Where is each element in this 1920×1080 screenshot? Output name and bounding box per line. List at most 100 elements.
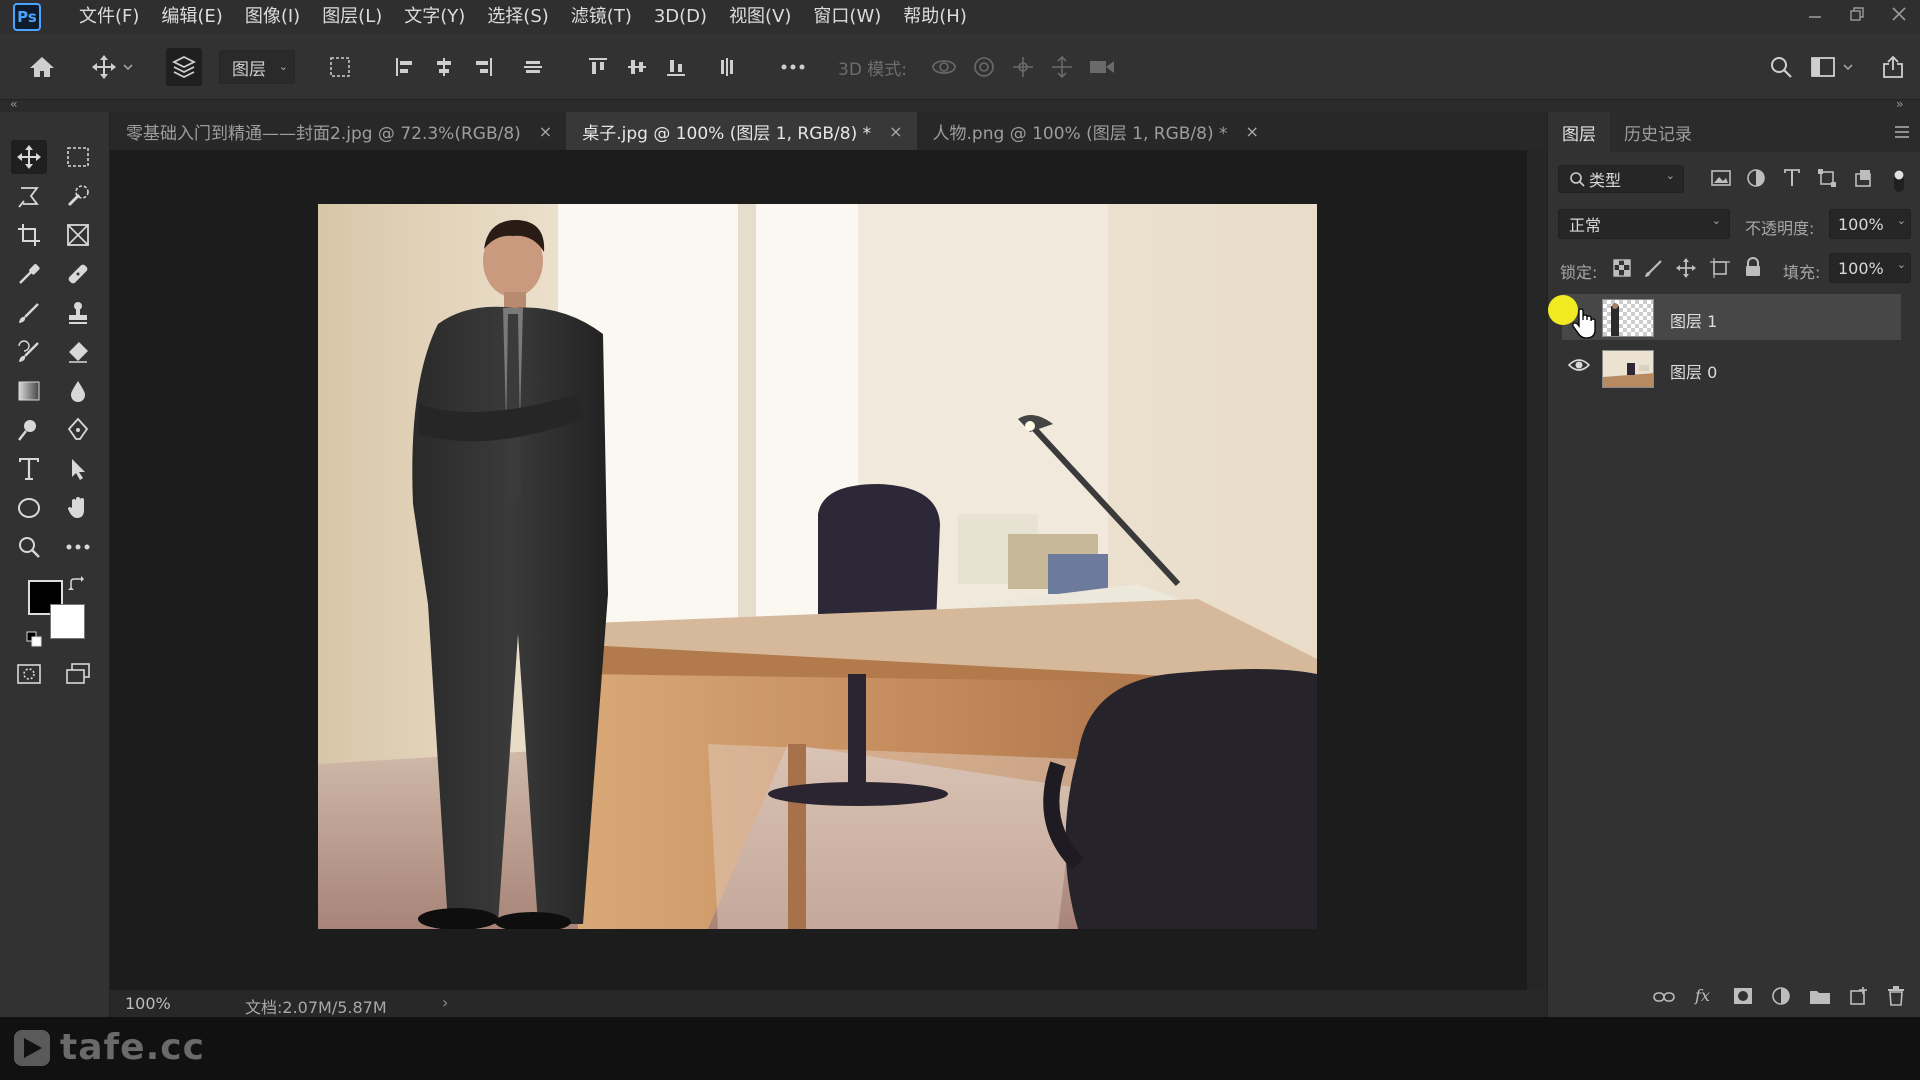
layer-style-fx-icon[interactable]: fx <box>1693 986 1715 1011</box>
lock-artboard-icon[interactable] <box>1709 258 1731 283</box>
vertical-scrollbar[interactable] <box>1527 150 1547 990</box>
pen-tool-icon[interactable] <box>60 413 96 447</box>
3d-camera-icon[interactable] <box>1085 48 1119 86</box>
tab-desk-jpg[interactable]: 桌子.jpg @ 100% (图层 1, RGB/8) * × <box>566 112 917 150</box>
menu-image[interactable]: 图像(I) <box>234 0 311 34</box>
link-layers-icon[interactable] <box>1653 989 1675 1009</box>
filter-smart-object-icon[interactable] <box>1853 168 1873 193</box>
align-top-icon[interactable] <box>583 48 613 86</box>
menu-view[interactable]: 视图(V) <box>718 0 802 34</box>
more-options-icon[interactable] <box>776 48 810 86</box>
fill-field[interactable]: 100% ⌄ <box>1829 253 1911 283</box>
group-folder-icon[interactable] <box>1809 987 1831 1010</box>
delete-layer-icon[interactable] <box>1887 986 1905 1011</box>
layer-row-layer-0[interactable]: 图层 0 <box>1562 345 1901 391</box>
layer-name[interactable]: 图层 0 <box>1670 359 1717 383</box>
dodge-tool-icon[interactable] <box>11 413 47 447</box>
screen-mode-icon[interactable] <box>60 657 96 691</box>
layer-name[interactable]: 图层 1 <box>1670 308 1717 332</box>
share-icon[interactable] <box>1876 48 1910 86</box>
3d-pan-icon[interactable] <box>1007 48 1039 86</box>
align-center-h-icon[interactable] <box>429 48 459 86</box>
menu-help[interactable]: 帮助(H) <box>892 0 978 34</box>
menu-select[interactable]: 选择(S) <box>476 0 559 34</box>
auto-select-target-dropdown[interactable]: 图层 ⌄ <box>219 50 295 84</box>
filter-pixel-icon[interactable] <box>1710 168 1732 193</box>
quick-select-tool-icon[interactable] <box>60 179 96 213</box>
lock-pixels-icon[interactable] <box>1644 258 1664 283</box>
menu-file[interactable]: 文件(F) <box>68 0 150 34</box>
crop-tool-icon[interactable] <box>11 218 47 252</box>
collapse-right-icon[interactable]: ›› <box>1896 97 1903 111</box>
lock-transparent-icon[interactable] <box>1612 258 1632 283</box>
marquee-tool-icon[interactable] <box>60 140 96 174</box>
gradient-tool-icon[interactable] <box>11 374 47 408</box>
eye-icon[interactable] <box>1567 357 1591 378</box>
chevron-down-icon[interactable]: ⌄ <box>1897 258 1906 271</box>
close-icon[interactable]: × <box>539 122 552 141</box>
chevron-down-icon[interactable]: ⌄ <box>1897 214 1906 227</box>
add-mask-icon[interactable] <box>1733 987 1753 1010</box>
tab-history[interactable]: 历史记录 <box>1610 112 1706 152</box>
filter-adjustment-icon[interactable] <box>1746 168 1766 193</box>
move-tool-icon[interactable] <box>11 140 47 174</box>
eyedropper-tool-icon[interactable] <box>11 257 47 291</box>
filter-toggle-icon[interactable] <box>1892 168 1906 199</box>
menu-type[interactable]: 文字(Y) <box>393 0 476 34</box>
type-tool-icon[interactable] <box>11 452 47 486</box>
frame-tool-icon[interactable] <box>60 218 96 252</box>
zoom-level[interactable]: 100% <box>125 994 171 1013</box>
home-icon[interactable] <box>24 48 60 86</box>
3d-slide-icon[interactable] <box>1046 48 1078 86</box>
menu-3d[interactable]: 3D(D) <box>643 0 718 34</box>
3d-roll-icon[interactable] <box>968 48 1000 86</box>
tab-person-png[interactable]: 人物.png @ 100% (图层 1, RGB/8) * × <box>917 112 1273 150</box>
filter-shape-icon[interactable] <box>1817 168 1837 193</box>
layer-row-layer-1[interactable]: 图层 1 <box>1562 294 1901 340</box>
zoom-tool-icon[interactable] <box>11 530 47 564</box>
3d-orbit-icon[interactable] <box>928 48 960 86</box>
close-icon[interactable]: × <box>889 122 902 141</box>
align-right-icon[interactable] <box>468 48 498 86</box>
align-left-icon[interactable] <box>390 48 420 86</box>
workspace-icon[interactable] <box>1808 48 1858 86</box>
tab-layers[interactable]: 图层 <box>1548 112 1610 152</box>
document-canvas-image[interactable] <box>318 204 1317 929</box>
close-icon[interactable]: × <box>1246 122 1259 141</box>
default-colors-icon[interactable] <box>24 629 44 649</box>
lock-position-icon[interactable] <box>1676 258 1696 283</box>
ellipse-tool-icon[interactable] <box>11 491 47 525</box>
status-menu-arrow[interactable]: › <box>442 993 448 1012</box>
opacity-field[interactable]: 100% ⌄ <box>1829 209 1911 239</box>
clone-stamp-tool-icon[interactable] <box>60 296 96 330</box>
lock-all-icon[interactable] <box>1744 257 1762 282</box>
healing-brush-tool-icon[interactable] <box>60 257 96 291</box>
restore-button[interactable] <box>1836 0 1878 28</box>
layer-filter-kind-dropdown[interactable]: 类型 ⌄ <box>1558 165 1684 193</box>
align-middle-v-icon[interactable] <box>622 48 652 86</box>
hand-tool-icon[interactable] <box>60 491 96 525</box>
filter-type-icon[interactable] <box>1782 168 1802 193</box>
swap-colors-icon[interactable] <box>66 574 86 594</box>
minimize-button[interactable] <box>1794 0 1836 28</box>
quick-mask-icon[interactable] <box>11 657 47 691</box>
adjustment-layer-icon[interactable] <box>1771 986 1791 1011</box>
distribute-vertical-icon[interactable] <box>712 48 742 86</box>
auto-select-icon[interactable] <box>166 48 202 86</box>
menu-layer[interactable]: 图层(L) <box>311 0 393 34</box>
transform-controls-icon[interactable] <box>324 48 356 86</box>
brush-tool-icon[interactable] <box>11 296 47 330</box>
blur-tool-icon[interactable] <box>60 374 96 408</box>
distribute-icon[interactable] <box>518 48 548 86</box>
collapse-left-icon[interactable]: ‹‹ <box>10 97 17 111</box>
close-window-button[interactable] <box>1878 0 1920 28</box>
path-selection-tool-icon[interactable] <box>60 452 96 486</box>
search-icon[interactable] <box>1764 48 1798 86</box>
more-tools-icon[interactable] <box>60 530 96 564</box>
panel-menu-icon[interactable] <box>1894 124 1910 143</box>
blend-mode-dropdown[interactable]: 正常 ⌄ <box>1558 209 1730 239</box>
menu-edit[interactable]: 编辑(E) <box>150 0 233 34</box>
history-brush-tool-icon[interactable] <box>11 335 47 369</box>
move-tool-preset-icon[interactable] <box>88 48 136 86</box>
align-bottom-icon[interactable] <box>661 48 691 86</box>
